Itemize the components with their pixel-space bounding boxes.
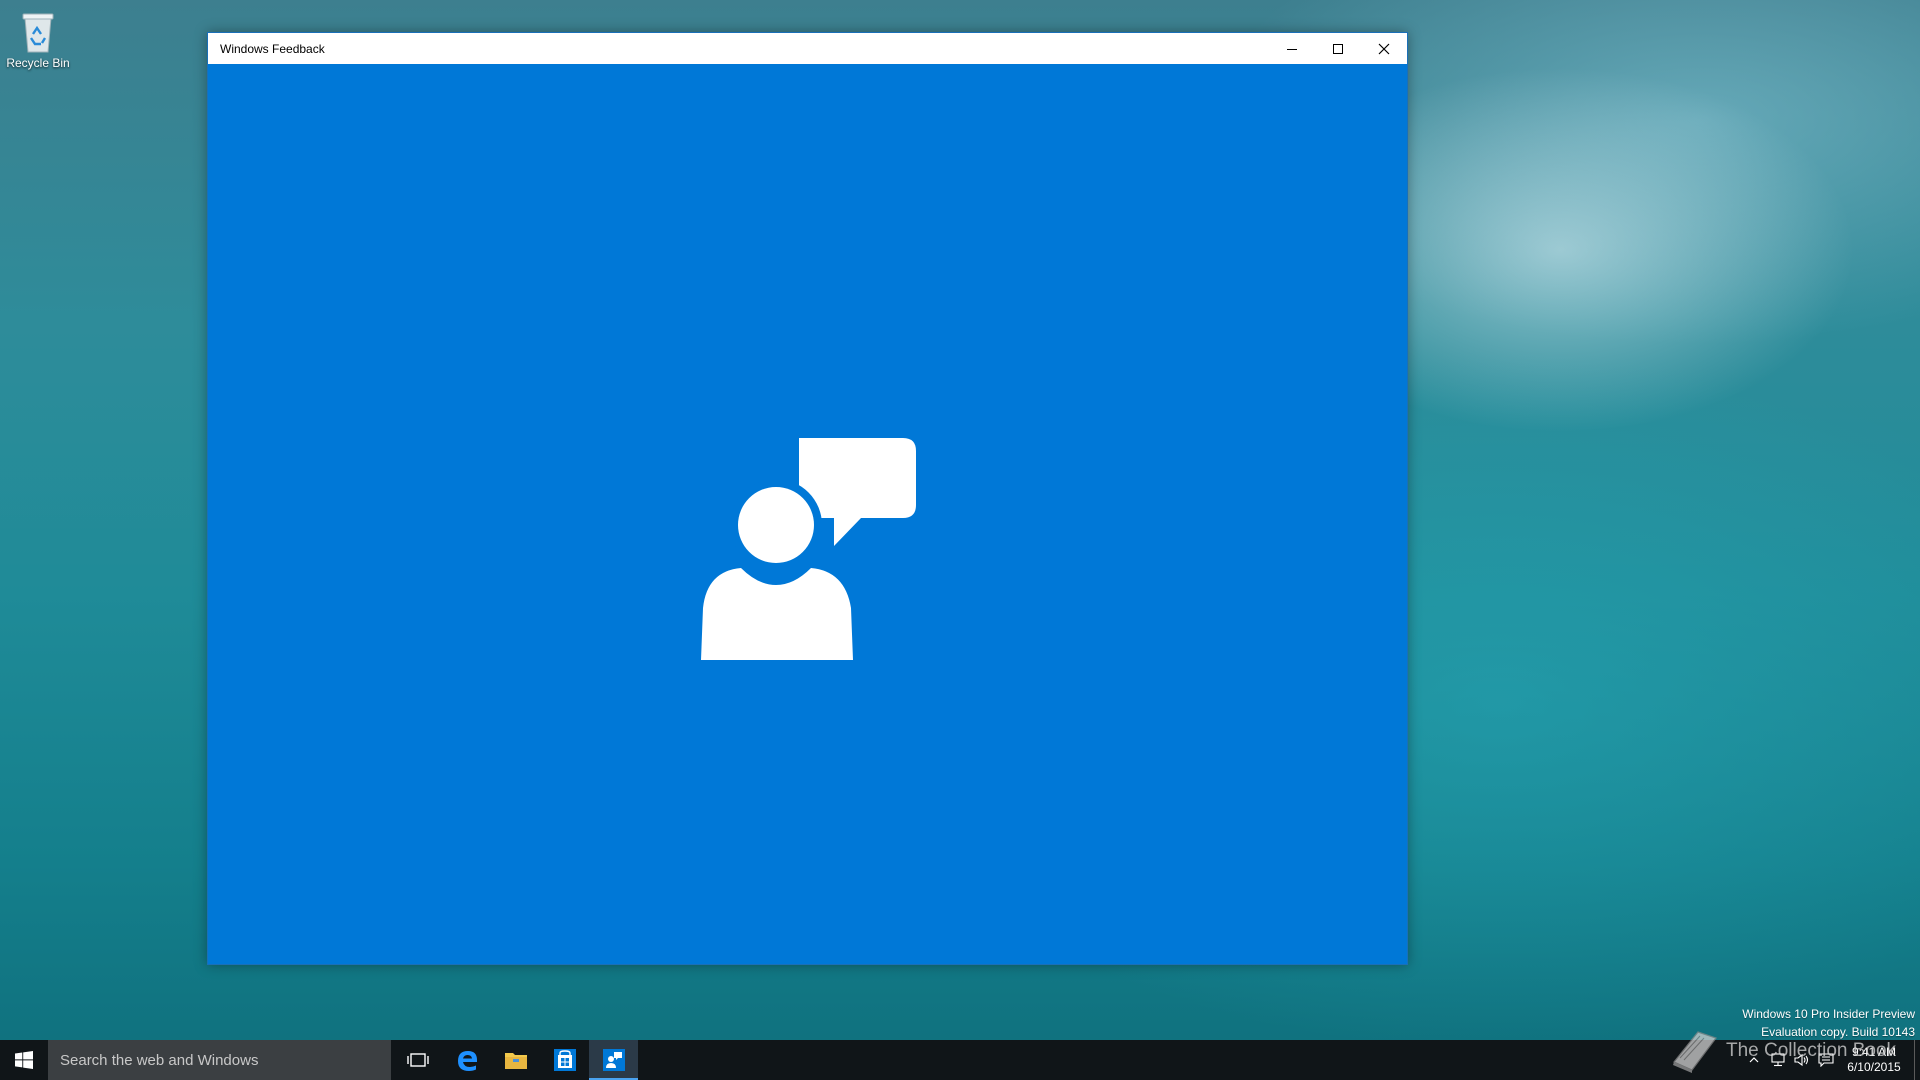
person-feedback-icon: [701, 438, 916, 660]
task-view-button[interactable]: [393, 1040, 442, 1080]
show-desktop-button[interactable]: [1914, 1040, 1920, 1080]
folder-icon: [504, 1053, 527, 1069]
brand-watermark: The Collection Book: [1668, 1028, 1896, 1074]
start-button[interactable]: [0, 1040, 48, 1080]
taskbar: Search the web and Windows 9:41 AM 6/10/…: [0, 1040, 1920, 1080]
store-button[interactable]: [540, 1040, 589, 1080]
book-icon: [1673, 1031, 1717, 1073]
brand-text: The Collection Book: [1726, 1040, 1897, 1061]
watermark-line-1: Windows 10 Pro Insider Preview: [1742, 1007, 1915, 1021]
desktop-icon-recycle-bin[interactable]: Recycle Bin: [4, 8, 72, 70]
close-button[interactable]: [1361, 33, 1407, 64]
edge-icon: [457, 1051, 477, 1071]
desktop-icon-label: Recycle Bin: [6, 56, 70, 70]
file-explorer-button[interactable]: [491, 1040, 540, 1080]
recycle-bin-icon: [22, 13, 54, 53]
feedback-taskbar-button[interactable]: [589, 1040, 638, 1080]
title-bar[interactable]: Windows Feedback: [208, 33, 1407, 64]
search-box[interactable]: Search the web and Windows: [48, 1040, 391, 1080]
search-placeholder: Search the web and Windows: [60, 1051, 259, 1069]
maximize-icon: [1333, 43, 1343, 54]
caption-buttons: [1269, 33, 1407, 64]
edge-button[interactable]: [442, 1040, 491, 1080]
task-view-icon: [406, 1053, 429, 1067]
feedback-icon: [602, 1049, 625, 1071]
minimize-button[interactable]: [1269, 33, 1315, 64]
store-icon: [553, 1049, 576, 1071]
maximize-button[interactable]: [1315, 33, 1361, 64]
window-title: Windows Feedback: [220, 41, 325, 56]
minimize-icon: [1287, 48, 1297, 50]
windows-logo-icon: [15, 1051, 33, 1069]
close-icon: [1378, 43, 1390, 54]
app-content: [208, 64, 1407, 964]
app-window: Windows Feedback: [207, 32, 1408, 965]
